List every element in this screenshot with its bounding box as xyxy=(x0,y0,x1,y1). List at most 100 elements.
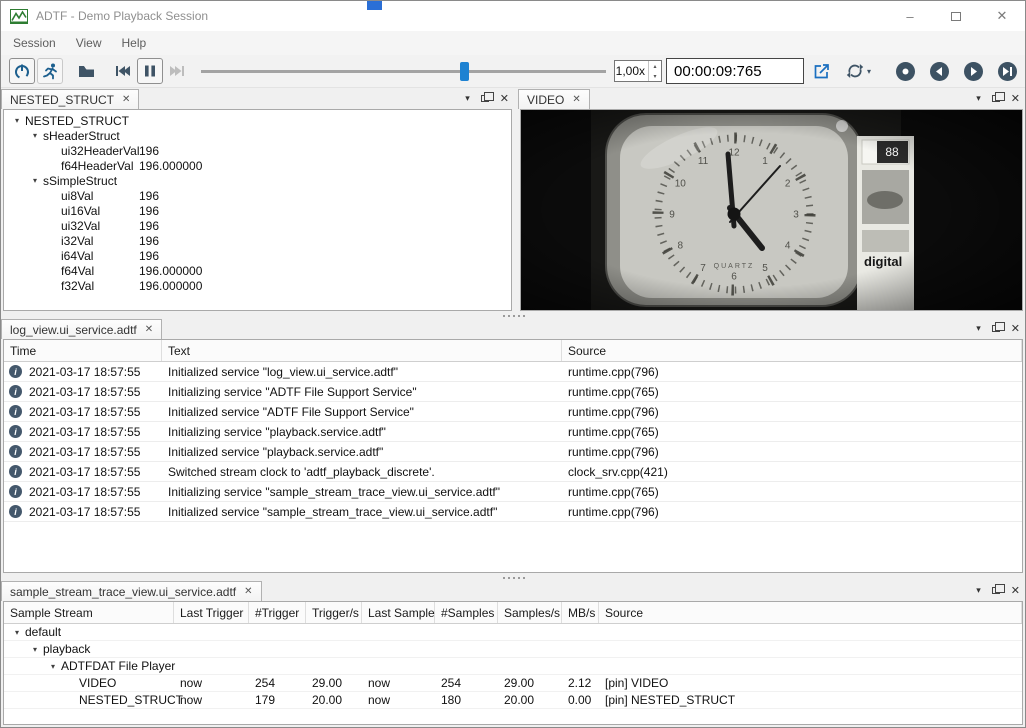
tab-stream-trace[interactable]: sample_stream_trace_view.ui_service.adtf… xyxy=(1,581,262,601)
trace-row[interactable]: ▾default xyxy=(4,624,1022,641)
column-header[interactable]: Text xyxy=(162,340,562,361)
tree-row[interactable]: i32Val196 xyxy=(4,233,511,248)
log-row[interactable]: i2021-03-17 18:57:55Initializing service… xyxy=(4,482,1022,502)
log-row[interactable]: i2021-03-17 18:57:55Initialized service … xyxy=(4,402,1022,422)
jump-to-end-button[interactable] xyxy=(165,58,191,84)
column-header[interactable]: Samples/s xyxy=(498,602,562,623)
playback-slider[interactable] xyxy=(201,58,606,84)
maximize-button[interactable] xyxy=(933,1,979,31)
pause-button[interactable] xyxy=(137,58,163,84)
trace-row[interactable]: ▾ADTFDAT File Player xyxy=(4,658,1022,675)
menu-session[interactable]: Session xyxy=(10,34,59,52)
log-row[interactable]: i2021-03-17 18:57:55Initialized service … xyxy=(4,502,1022,522)
run-button[interactable] xyxy=(37,58,63,84)
log-row[interactable]: i2021-03-17 18:57:55Initialized service … xyxy=(4,442,1022,462)
tab-close-icon[interactable]: ✕ xyxy=(122,94,130,105)
close-button[interactable]: ✕ xyxy=(979,1,1025,31)
dock-float-icon[interactable] xyxy=(992,95,1000,102)
trace-tabbar: sample_stream_trace_view.ui_service.adtf… xyxy=(1,580,1025,601)
column-header[interactable]: Last Trigger xyxy=(174,602,249,623)
tree-row[interactable]: f32Val196.000000 xyxy=(4,278,511,293)
stream-cell: 29.00 xyxy=(498,676,562,690)
log-row[interactable]: i2021-03-17 18:57:55Initialized service … xyxy=(4,362,1022,382)
open-folder-button[interactable] xyxy=(73,58,99,84)
log-row[interactable]: i2021-03-17 18:57:55Initializing service… xyxy=(4,382,1022,402)
column-header[interactable]: Last Sample xyxy=(362,602,435,623)
menu-view[interactable]: View xyxy=(73,34,105,52)
tree-row[interactable]: f64HeaderVal196.000000 xyxy=(4,158,511,173)
export-button[interactable] xyxy=(808,58,834,84)
info-icon: i xyxy=(9,405,22,418)
expand-chevron-icon[interactable]: ▾ xyxy=(9,628,25,637)
tree-row[interactable]: ui8Val196 xyxy=(4,188,511,203)
spin-up-icon[interactable]: ▴ xyxy=(649,61,661,71)
dock-close-icon[interactable]: ✕ xyxy=(500,92,509,105)
column-header[interactable]: Source xyxy=(599,602,1022,623)
trace-row[interactable]: NESTED_STRUCTnow17920.00now18020.000.00[… xyxy=(4,692,1022,709)
tab-nested-struct[interactable]: NESTED_STRUCT ✕ xyxy=(1,89,139,109)
expand-chevron-icon[interactable]: ▾ xyxy=(27,645,43,654)
dock-float-icon[interactable] xyxy=(992,587,1000,594)
running-man-icon xyxy=(41,62,59,80)
tree-row[interactable]: ui32HeaderVal196 xyxy=(4,143,511,158)
log-row[interactable]: i2021-03-17 18:57:55Initializing service… xyxy=(4,422,1022,442)
log-tabbar: log_view.ui_service.adtf ✕ ▾ ✕ xyxy=(1,318,1025,339)
expand-chevron-icon[interactable]: ▾ xyxy=(27,176,43,185)
marker-prev-button[interactable] xyxy=(930,62,949,81)
log-time-text: 2021-03-17 18:57:55 xyxy=(29,365,140,379)
tree-row[interactable]: ui16Val196 xyxy=(4,203,511,218)
tree-row[interactable]: ▾sHeaderStruct xyxy=(4,128,511,143)
column-header[interactable]: Sample Stream xyxy=(4,602,174,623)
expand-chevron-icon[interactable]: ▾ xyxy=(27,131,43,140)
slider-groove[interactable] xyxy=(201,70,606,73)
column-header[interactable]: Trigger/s xyxy=(306,602,362,623)
tree-node-value: 196.000000 xyxy=(139,159,202,173)
column-header[interactable]: #Samples xyxy=(435,602,498,623)
playback-slider-handle[interactable] xyxy=(460,62,469,81)
marker-set-button[interactable] xyxy=(896,62,915,81)
loop-button[interactable]: ▾ xyxy=(840,58,876,84)
tab-close-icon[interactable]: ✕ xyxy=(572,94,580,105)
speed-spinbox[interactable]: 1,00x ▴ ▾ xyxy=(614,60,662,82)
tab-close-icon[interactable]: ✕ xyxy=(244,586,252,597)
dock-close-icon[interactable]: ✕ xyxy=(1011,322,1020,335)
power-button[interactable] xyxy=(9,58,35,84)
tree-row[interactable]: f64Val196.000000 xyxy=(4,263,511,278)
tree-row[interactable]: ▾NESTED_STRUCT xyxy=(4,113,511,128)
expand-chevron-icon[interactable]: ▾ xyxy=(9,116,25,125)
dock-float-icon[interactable] xyxy=(992,325,1000,332)
minimize-button[interactable]: – xyxy=(887,1,933,31)
menu-help[interactable]: Help xyxy=(119,34,150,52)
tab-video[interactable]: VIDEO ✕ xyxy=(518,89,590,109)
jump-to-start-button[interactable] xyxy=(109,58,135,84)
tab-close-icon[interactable]: ✕ xyxy=(145,324,153,335)
dock-menu-icon[interactable]: ▾ xyxy=(465,93,470,104)
dock-close-icon[interactable]: ✕ xyxy=(1011,92,1020,105)
dock-float-icon[interactable] xyxy=(481,95,489,102)
trace-row[interactable]: ▾playback xyxy=(4,641,1022,658)
tree-row[interactable]: i64Val196 xyxy=(4,248,511,263)
tree-node-value: 196 xyxy=(139,189,159,203)
time-display[interactable]: 00:00:09:765 xyxy=(666,58,804,84)
stream-cell: now xyxy=(362,676,435,690)
column-header[interactable]: Time xyxy=(4,340,162,361)
column-header[interactable]: Source xyxy=(562,340,1022,361)
marker-next-button[interactable] xyxy=(964,62,983,81)
marker-last-button[interactable] xyxy=(998,62,1017,81)
loop-dropdown-icon[interactable]: ▾ xyxy=(867,67,871,76)
column-header[interactable]: #Trigger xyxy=(249,602,306,623)
trace-row[interactable]: VIDEOnow25429.00now25429.002.12[pin] VID… xyxy=(4,675,1022,692)
dock-menu-icon[interactable]: ▾ xyxy=(976,93,981,104)
tree-node-label: ui32Val xyxy=(61,219,100,233)
dock-close-icon[interactable]: ✕ xyxy=(1011,584,1020,597)
dock-menu-icon[interactable]: ▾ xyxy=(976,323,981,334)
expand-chevron-icon[interactable]: ▾ xyxy=(45,662,61,671)
spin-down-icon[interactable]: ▾ xyxy=(649,71,661,81)
trace-header: Sample StreamLast Trigger#TriggerTrigger… xyxy=(4,602,1022,624)
tree-row[interactable]: ▾sSimpleStruct xyxy=(4,173,511,188)
dock-menu-icon[interactable]: ▾ xyxy=(976,585,981,596)
tab-log-view[interactable]: log_view.ui_service.adtf ✕ xyxy=(1,319,162,339)
log-row[interactable]: i2021-03-17 18:57:55Switched stream cloc… xyxy=(4,462,1022,482)
column-header[interactable]: MB/s xyxy=(562,602,599,623)
tree-row[interactable]: ui32Val196 xyxy=(4,218,511,233)
